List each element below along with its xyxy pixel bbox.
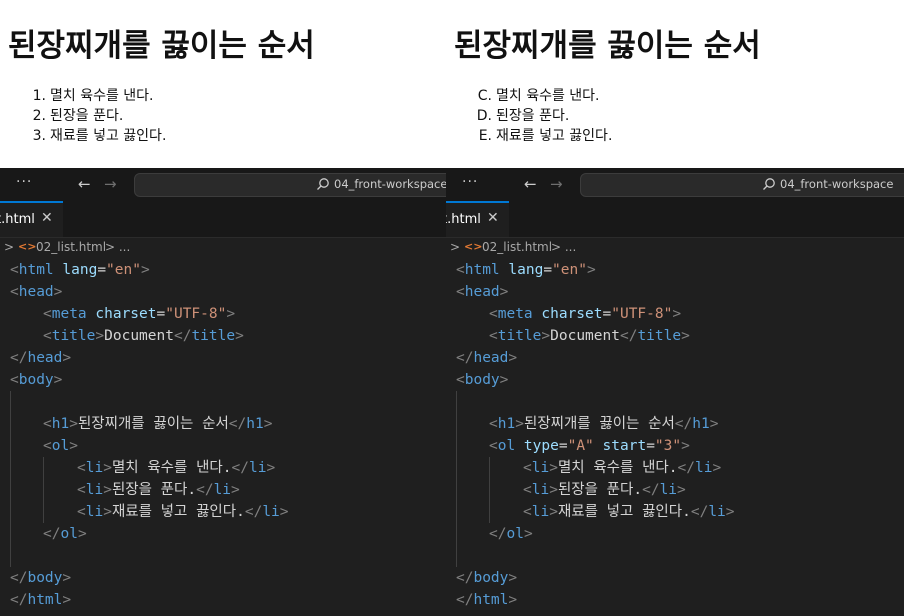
close-icon[interactable]: ✕ [487,210,499,226]
left-panel: 된장찌개를 끓이는 순서 1. 멸치 육수를 낸다. 2. 된장을 푼다. 3. 재료… [0,0,452,616]
list-marker: D. [476,108,492,124]
code-line: <meta charset="UTF-8"> [43,306,236,322]
list-item-text: 된장을 푼다. [496,108,570,124]
code-line: </html> [10,592,72,608]
right-panel: 된장찌개를 끓이는 순서 C. 멸치 육수를 낸다. D. 된장을 푼다. E. 재료… [446,0,904,616]
code-line: <li>된장을 푼다.</li> [77,482,240,498]
indent-guide [43,457,44,523]
preview-heading: 된장찌개를 끓이는 순서 [454,28,761,64]
code-line: <html lang="en"> [456,262,596,278]
tab-label: t.html [0,212,35,227]
command-center-search[interactable]: 04_front-workspace [134,173,452,197]
list-item: E. 재료를 넣고 끓인다. [454,126,613,146]
code-line: </html> [456,592,518,608]
code-line: </ol> [489,526,533,542]
list-item-text: 재료를 넣고 끓인다. [50,128,167,144]
list-marker: C. [477,88,492,104]
code-line: <body> [10,372,63,388]
code-line: <meta charset="UTF-8"> [489,306,682,322]
code-line: <title>Document</title> [43,328,244,344]
code-line: <ol type="A" start="3"> [489,438,690,454]
list-item: 1. 멸치 육수를 낸다. [8,86,166,106]
chevron-right-icon: > [4,240,15,254]
breadcrumb: > <> 02_list.html > ... [446,237,904,259]
list-item: D. 된장을 푼다. [454,106,612,126]
list-item: 3. 재료를 넣고 끓인다. [8,126,167,146]
code-line: <li>멸치 육수를 낸다.</li> [77,460,276,476]
tab-bar: t.html ✕ [446,201,904,238]
search-icon [317,178,329,190]
indent-guide [456,391,457,567]
html-file-icon: <> [18,240,37,253]
chevron-right-icon: > [450,240,461,254]
list-item-text: 멸치 육수를 낸다. [50,88,154,104]
list-marker: 1. [32,88,46,104]
code-line: <li>멸치 육수를 낸다.</li> [523,460,722,476]
code-line: <li>재료를 넣고 끓인다.</li> [523,504,735,520]
search-icon [763,178,775,190]
code-editor: ··· ← → 04_front-workspace t.html ✕ > <>… [0,168,452,616]
code-line: <h1>된장찌개를 끓이는 순서</h1> [489,416,719,432]
list-marker: E. [478,128,492,144]
indent-guide [489,457,490,523]
command-center-search[interactable]: 04_front-workspace [580,173,904,197]
back-arrow-icon[interactable]: ← [524,175,537,193]
preview-list: 1. 멸치 육수를 낸다. 2. 된장을 푼다. 3. 재료를 넣고 끓인다. [8,86,167,146]
list-marker: 3. [32,128,46,144]
indent-guide [10,391,11,567]
title-bar: ··· ← → 04_front-workspace [446,168,904,201]
breadcrumb-more[interactable]: > ... [551,240,576,254]
workspace-name: 04_front-workspace [780,177,894,191]
tab-active-file[interactable]: t.html ✕ [0,201,63,237]
workspace-name: 04_front-workspace [334,177,448,191]
code-line: </body> [10,570,72,586]
list-item-text: 멸치 육수를 낸다. [496,88,600,104]
tab-active-file[interactable]: t.html ✕ [446,201,509,237]
more-menu-icon[interactable]: ··· [16,174,32,190]
browser-preview: 된장찌개를 끓이는 순서 C. 멸치 육수를 낸다. D. 된장을 푼다. E. 재료… [446,0,904,168]
html-file-icon: <> [464,240,483,253]
tab-label: t.html [446,212,481,227]
code-line: </head> [456,350,518,366]
close-icon[interactable]: ✕ [41,210,53,226]
more-menu-icon[interactable]: ··· [462,174,478,190]
code-line: <body> [456,372,509,388]
tab-bar: t.html ✕ [0,201,452,238]
code-line: <h1>된장찌개를 끓이는 순서</h1> [43,416,273,432]
forward-arrow-icon[interactable]: → [550,175,563,193]
list-item: 2. 된장을 푼다. [8,106,166,126]
title-bar: ··· ← → 04_front-workspace [0,168,452,201]
list-item-text: 재료를 넣고 끓인다. [496,128,613,144]
back-arrow-icon[interactable]: ← [78,175,91,193]
code-line: <ol> [43,438,78,454]
preview-heading: 된장찌개를 끓이는 순서 [8,28,315,64]
forward-arrow-icon[interactable]: → [104,175,117,193]
breadcrumb-file[interactable]: 02_list.html [36,240,106,254]
code-editor: ··· ← → 04_front-workspace t.html ✕ > <>… [446,168,904,616]
breadcrumb-file[interactable]: 02_list.html [482,240,552,254]
list-item-text: 된장을 푼다. [50,108,124,124]
list-marker: 2. [32,108,46,124]
code-line: <html lang="en"> [10,262,150,278]
preview-list: C. 멸치 육수를 낸다. D. 된장을 푼다. E. 재료를 넣고 끓인다. [454,86,613,146]
code-line: </body> [456,570,518,586]
browser-preview: 된장찌개를 끓이는 순서 1. 멸치 육수를 낸다. 2. 된장을 푼다. 3. 재료… [0,0,452,168]
code-line: <li>재료를 넣고 끓인다.</li> [77,504,289,520]
breadcrumb-more[interactable]: > ... [105,240,130,254]
code-line: <head> [456,284,509,300]
breadcrumb: > <> 02_list.html > ... [0,237,452,259]
code-line: <li>된장을 푼다.</li> [523,482,686,498]
code-line: </ol> [43,526,87,542]
code-line: <head> [10,284,63,300]
list-item: C. 멸치 육수를 낸다. [454,86,612,106]
code-line: <title>Document</title> [489,328,690,344]
code-line: </head> [10,350,72,366]
